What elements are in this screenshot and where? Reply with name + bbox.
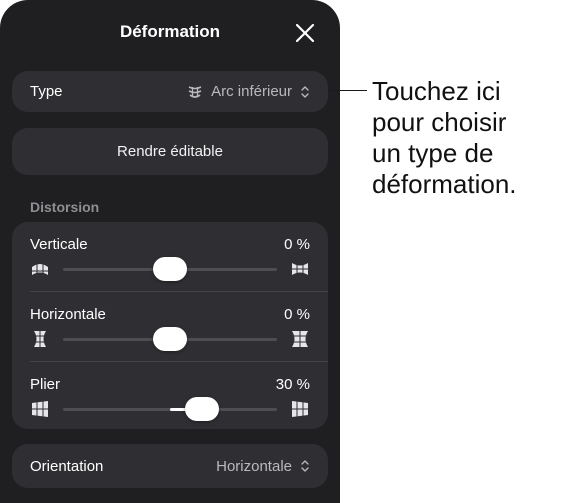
orientation-selector[interactable]: Orientation Horizontale <box>12 444 328 488</box>
horizontal-label: Horizontale <box>30 306 106 323</box>
bend-left-icon <box>32 401 48 417</box>
bend-slider-thumb[interactable] <box>185 397 220 421</box>
callout-line-text: pour choisir <box>372 107 507 137</box>
close-button[interactable] <box>294 22 316 44</box>
horizontal-percent: 0 % <box>284 306 310 323</box>
up-down-chevron-icon <box>301 460 309 472</box>
bend-track[interactable] <box>63 408 277 411</box>
type-selector[interactable]: Type Arc inférieur <box>12 71 328 112</box>
horizontal-compress-icon <box>34 331 46 347</box>
distortion-card: Verticale 0 % Horizontale 0 % Plier 30 % <box>12 222 328 429</box>
callout-line-text: un type de <box>372 138 494 168</box>
callout-line-text: déformation. <box>372 169 517 199</box>
close-icon <box>295 23 315 43</box>
orientation-value: Horizontale <box>216 457 292 475</box>
warp-panel: Déformation Type Arc inférieur Rendre éd… <box>0 0 340 503</box>
panel-title: Déformation <box>119 22 221 41</box>
bend-percent: 30 % <box>275 376 310 393</box>
orientation-label: Orientation <box>30 457 104 475</box>
bend-right-icon <box>292 401 308 417</box>
horizontal-expand-icon <box>292 331 308 347</box>
arc-warp-icon <box>188 85 202 98</box>
horizontal-slider-block: Horizontale 0 % <box>12 292 328 360</box>
make-editable-button[interactable]: Rendre éditable <box>12 128 328 175</box>
bend-slider-block: Plier 30 % <box>12 362 328 430</box>
vertical-compress-icon <box>32 264 48 275</box>
type-value: Arc inférieur <box>211 83 292 100</box>
vertical-expand-icon <box>292 263 308 275</box>
orientation-value-group: Horizontale <box>216 458 310 475</box>
type-label: Type <box>30 83 63 100</box>
up-down-chevron-icon <box>301 85 309 98</box>
callout-line <box>331 90 367 91</box>
vertical-slider-block: Verticale 0 % <box>12 222 328 290</box>
type-value-group: Arc inférieur <box>187 83 310 100</box>
vertical-percent: 0 % <box>284 236 310 253</box>
distortion-section-title: Distorsion <box>30 199 100 215</box>
bend-label: Plier <box>30 376 61 393</box>
horizontal-slider-thumb[interactable] <box>153 327 187 351</box>
make-editable-label: Rendre éditable <box>117 143 223 160</box>
vertical-slider-thumb[interactable] <box>153 257 187 281</box>
vertical-label: Verticale <box>30 236 88 253</box>
callout-line-text: Touchez ici <box>372 76 501 106</box>
screenshot-stage: Déformation Type Arc inférieur Rendre éd… <box>0 0 577 503</box>
callout-text: Touchez ici pour choisir un type de défo… <box>372 76 572 200</box>
